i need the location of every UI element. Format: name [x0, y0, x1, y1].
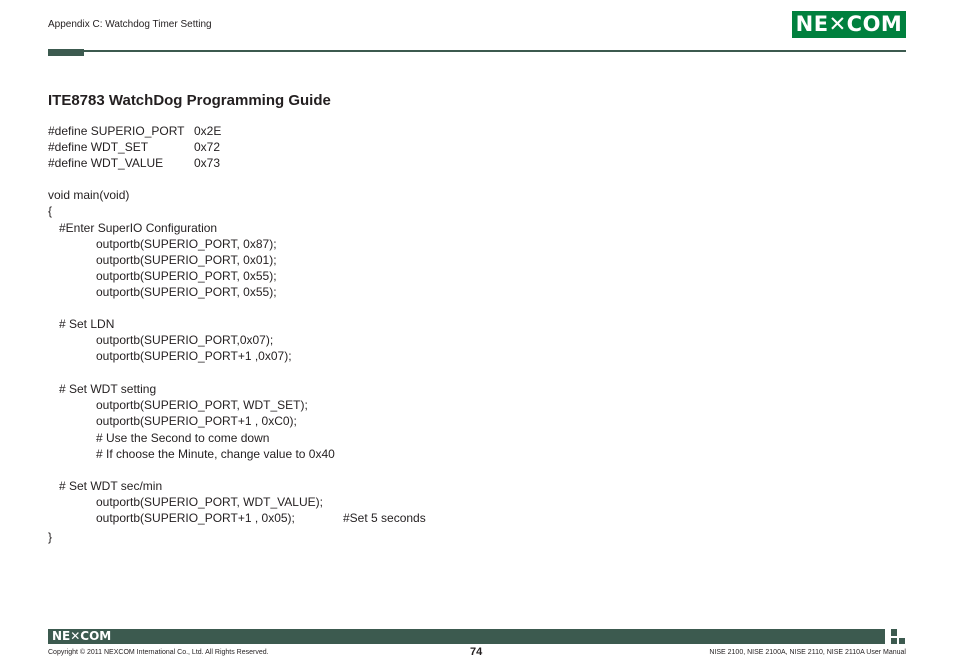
define-name: #define WDT_VALUE [48, 156, 164, 170]
code-line: outportb(SUPERIO_PORT,0x07); [96, 333, 274, 347]
code-line: outportb(SUPERIO_PORT, 0x87); [96, 237, 277, 251]
code-comment: # Set WDT sec/min [59, 479, 163, 493]
manual-title: NISE 2100, NISE 2100A, NISE 2110, NISE 2… [709, 649, 906, 656]
code-line: outportb(SUPERIO_PORT+1 ,0x07); [96, 349, 292, 363]
code-comment: # Set WDT setting [59, 382, 157, 396]
footer-square-icon [891, 629, 897, 636]
define-value: 0x73 [194, 156, 221, 170]
header-rule-accent [48, 49, 84, 56]
page-number: 74 [470, 646, 483, 658]
footer-bar [48, 629, 885, 644]
code-comment: #Set 5 seconds [343, 511, 426, 525]
code-line: # Use the Second to come down [96, 431, 270, 445]
running-header: Appendix C: Watchdog Timer Setting [48, 19, 212, 30]
nexcom-logo: NE✕COM [792, 11, 906, 38]
define-value: 0x2E [194, 124, 222, 138]
footer-square-icon [891, 638, 897, 644]
footer-square-icon [899, 638, 905, 644]
define-value: 0x72 [194, 140, 221, 154]
code-line: outportb(SUPERIO_PORT, WDT_VALUE); [96, 495, 323, 509]
open-brace: { [48, 204, 53, 218]
close-brace: } [48, 530, 53, 544]
code-line: outportb(SUPERIO_PORT+1 , 0x05); [96, 511, 295, 525]
code-comment: # Set LDN [59, 317, 115, 331]
code-line: outportb(SUPERIO_PORT, 0x01); [96, 253, 277, 267]
code-line: outportb(SUPERIO_PORT, WDT_SET); [96, 398, 308, 412]
code-line: outportb(SUPERIO_PORT+1 , 0xC0); [96, 414, 297, 428]
page-title: ITE8783 WatchDog Programming Guide [48, 92, 331, 109]
header-rule [84, 50, 906, 52]
define-name: #define SUPERIO_PORT [48, 124, 185, 138]
code-line: outportb(SUPERIO_PORT, 0x55); [96, 269, 277, 283]
code-comment: #Enter SuperIO Configuration [59, 221, 218, 235]
code-line: outportb(SUPERIO_PORT, 0x55); [96, 285, 277, 299]
footer-logo: NE✕COM [52, 629, 112, 643]
main-signature: void main(void) [48, 188, 130, 202]
code-line: # If choose the Minute, change value to … [96, 447, 335, 461]
define-name: #define WDT_SET [48, 140, 149, 154]
copyright: Copyright © 2011 NEXCOM International Co… [48, 649, 269, 656]
